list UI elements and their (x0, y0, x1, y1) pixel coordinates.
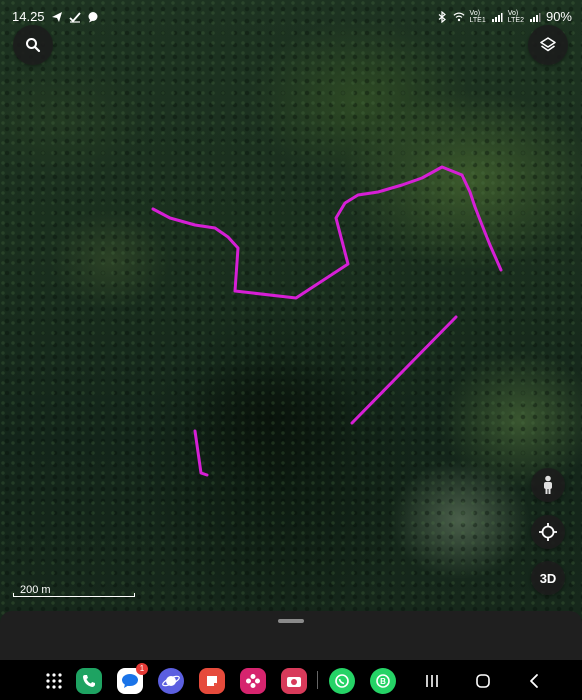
map-routes (151, 165, 503, 477)
route-diagonal[interactable] (350, 315, 458, 425)
scale-bar (13, 593, 135, 597)
layers-icon (540, 37, 556, 52)
phone-app-icon[interactable] (76, 668, 102, 694)
status-bar: 14.25 Vo) LTE1 Vo) LTE2 90% (0, 0, 582, 34)
messages-app-icon[interactable]: 1 (117, 663, 148, 694)
screen: 14.25 Vo) LTE1 Vo) LTE2 90% 3D 200 m 1 B (0, 0, 582, 700)
battery-level: 90% (545, 9, 572, 24)
pegman-icon (544, 475, 552, 494)
route-short[interactable] (193, 429, 209, 477)
street-view-button[interactable] (531, 468, 565, 502)
network-sim2: Vo) LTE2 (507, 9, 524, 24)
search-icon (26, 38, 41, 53)
back-icon (530, 674, 538, 688)
sheet-drag-handle[interactable] (278, 619, 304, 623)
my-location-button[interactable] (531, 515, 565, 549)
check-icon (68, 11, 81, 23)
whatsapp-business-app-icon[interactable]: B (370, 668, 396, 694)
search-button[interactable] (13, 25, 53, 65)
layers-button[interactable] (528, 25, 568, 65)
home-button[interactable] (472, 670, 494, 692)
3d-label: 3D (539, 570, 557, 586)
internet-app-icon[interactable] (158, 668, 184, 694)
back-button[interactable] (523, 670, 545, 692)
taskbar-divider (317, 671, 318, 689)
gallery-app-icon[interactable] (240, 668, 266, 694)
route-main[interactable] (151, 165, 503, 300)
recent-apps-button[interactable] (421, 670, 443, 692)
bluetooth-icon (438, 10, 446, 23)
chat-icon (88, 11, 98, 22)
camera-app-icon[interactable] (281, 668, 307, 694)
locate-icon (539, 523, 557, 541)
signal-icon (491, 12, 503, 22)
signal-icon (529, 12, 541, 22)
whatsapp-app-icon[interactable] (329, 668, 355, 694)
status-time: 14.25 (12, 9, 45, 24)
notes-app-icon[interactable] (199, 668, 225, 694)
wifi-icon (453, 12, 465, 21)
recents-icon (426, 675, 438, 687)
map-scale: 200 m (13, 584, 135, 598)
home-icon (476, 674, 490, 688)
app-drawer-icon[interactable] (45, 672, 63, 690)
3d-toggle-button[interactable]: 3D (531, 561, 565, 595)
network-sim1: Vo) LTE1 (469, 9, 486, 24)
messages-badge: 1 (136, 663, 148, 675)
telegram-icon (51, 11, 62, 22)
svg-text:B: B (380, 677, 386, 686)
